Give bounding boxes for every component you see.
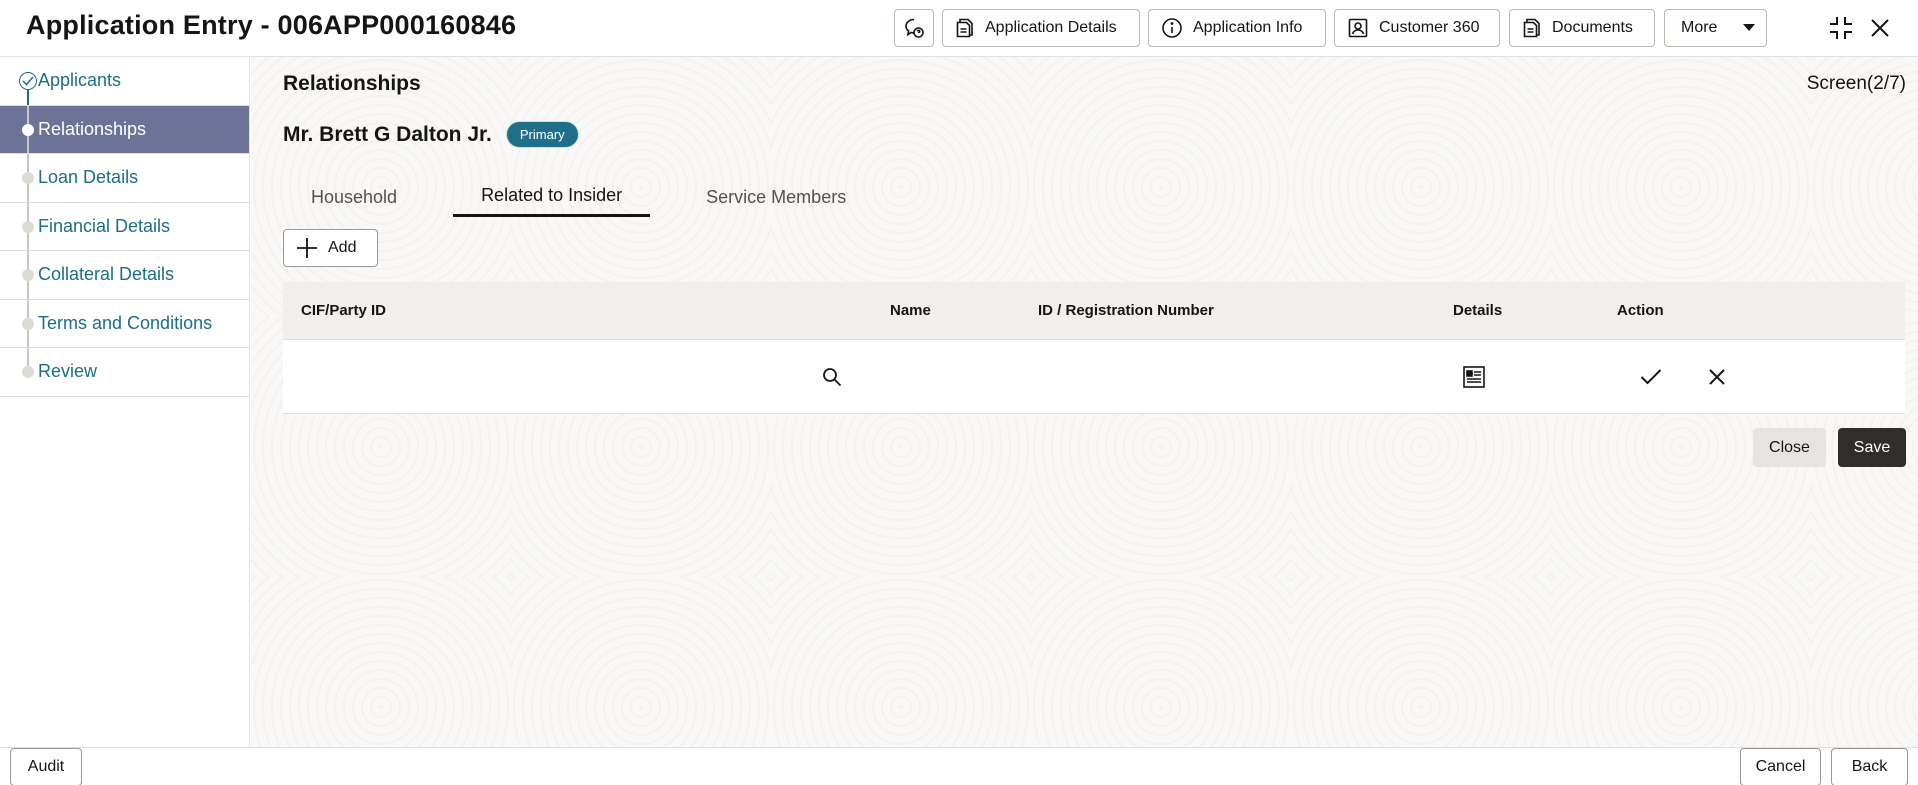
sidebar-item-label: Terms and Conditions [38, 312, 213, 333]
application-entry-window: Application Entry - 006APP000160846 Appl… [0, 0, 1918, 785]
sidebar-item-applicants[interactable]: Applicants [0, 57, 249, 106]
sidebar-item-terms-and-conditions[interactable]: Terms and Conditions [0, 299, 249, 348]
add-label: Add [328, 239, 357, 256]
page-title: Application Entry - 006APP000160846 [26, 10, 517, 40]
section-title: Relationships [283, 72, 421, 95]
chat-help-icon [905, 18, 924, 38]
column-header-details: Details [1453, 302, 1503, 319]
train-stop-navigation: Applicants Relationships Loan Details Fi… [0, 57, 250, 747]
audit-button[interactable]: Audit [10, 748, 82, 785]
sidebar-item-label: Financial Details [38, 215, 171, 236]
sidebar-item-collateral-details[interactable]: Collateral Details [0, 251, 249, 300]
info-icon [1162, 18, 1182, 38]
document-icon [1523, 18, 1540, 38]
step-dot-icon [22, 172, 34, 184]
more-label: More [1681, 19, 1718, 36]
application-details-label: Application Details [985, 19, 1117, 36]
customer-360-button[interactable]: Customer 360 [1334, 9, 1500, 47]
tab-household[interactable]: Household [283, 177, 425, 217]
minimize-icon [1830, 17, 1852, 39]
step-dot-icon [22, 123, 34, 136]
plus-icon [297, 238, 317, 258]
minimize-button[interactable] [1827, 14, 1855, 42]
column-header-action: Action [1617, 302, 1664, 319]
document-icon [956, 18, 973, 38]
customer-name: Mr. Brett G Dalton Jr. [283, 122, 492, 146]
sidebar-item-label: Collateral Details [38, 264, 175, 285]
close-icon [1871, 19, 1889, 37]
main-content: Relationships Screen(2/7) Mr. Brett G Da… [251, 57, 1918, 747]
sidebar-item-relationships[interactable]: Relationships [0, 105, 249, 154]
check-icon [1640, 369, 1662, 385]
application-info-label: Application Info [1193, 19, 1303, 36]
sidebar-item-label: Relationships [38, 118, 147, 139]
documents-button[interactable]: Documents [1509, 9, 1655, 47]
close-button[interactable]: Close [1753, 428, 1826, 467]
tab-bar: Household Related to Insider Service Mem… [283, 177, 902, 217]
save-button[interactable]: Save [1838, 428, 1906, 467]
customer-360-label: Customer 360 [1379, 19, 1480, 36]
column-header-cif: CIF/Party ID [301, 302, 387, 319]
user-card-icon [1348, 18, 1368, 38]
close-window-button[interactable] [1866, 14, 1894, 42]
search-icon [823, 368, 842, 387]
application-info-button[interactable]: Application Info [1148, 9, 1326, 47]
primary-badge: Primary [505, 121, 579, 148]
relationships-table: CIF/Party ID Name ID / Registration Numb… [283, 282, 1905, 414]
sidebar-item-label: Applicants [38, 70, 122, 91]
step-dot-icon [22, 220, 34, 233]
customer-header: Mr. Brett G Dalton Jr. Primary [283, 121, 579, 148]
table-row [283, 339, 1905, 414]
column-header-name: Name [890, 302, 931, 319]
sidebar-item-review[interactable]: Review [0, 348, 249, 397]
add-button[interactable]: Add [283, 229, 378, 267]
table-header: CIF/Party ID Name ID / Registration Numb… [283, 282, 1905, 339]
check-circle-icon [19, 72, 37, 90]
screen-indicator: Screen(2/7) [1806, 73, 1906, 94]
step-dot-icon [22, 366, 34, 378]
cancel-button[interactable]: Cancel [1740, 748, 1821, 785]
step-dot-icon [22, 269, 34, 281]
confirm-row-button[interactable] [1638, 364, 1664, 390]
application-details-button[interactable]: Application Details [942, 9, 1140, 47]
cancel-row-button[interactable] [1704, 364, 1730, 390]
more-dropdown[interactable]: More [1664, 9, 1767, 47]
step-dot-icon [22, 317, 34, 330]
documents-label: Documents [1552, 19, 1633, 36]
sidebar-item-loan-details[interactable]: Loan Details [0, 154, 249, 203]
cif-search-button[interactable] [820, 365, 844, 389]
back-button[interactable]: Back [1831, 748, 1908, 785]
chat-help-button[interactable] [894, 9, 934, 47]
header: Application Entry - 006APP000160846 Appl… [0, 0, 1918, 57]
sidebar-item-label: Review [38, 361, 98, 382]
sidebar-item-label: Loan Details [38, 167, 139, 188]
sidebar-item-financial-details[interactable]: Financial Details [0, 202, 249, 251]
column-header-id-registration: ID / Registration Number [1038, 302, 1214, 319]
details-button[interactable] [1461, 364, 1487, 390]
chevron-down-icon [1743, 24, 1756, 31]
details-icon [1463, 366, 1485, 388]
tab-related-to-insider[interactable]: Related to Insider [453, 177, 651, 217]
tab-service-members[interactable]: Service Members [678, 177, 874, 217]
x-icon [1709, 369, 1725, 385]
footer: Audit Cancel Back [0, 747, 1918, 785]
